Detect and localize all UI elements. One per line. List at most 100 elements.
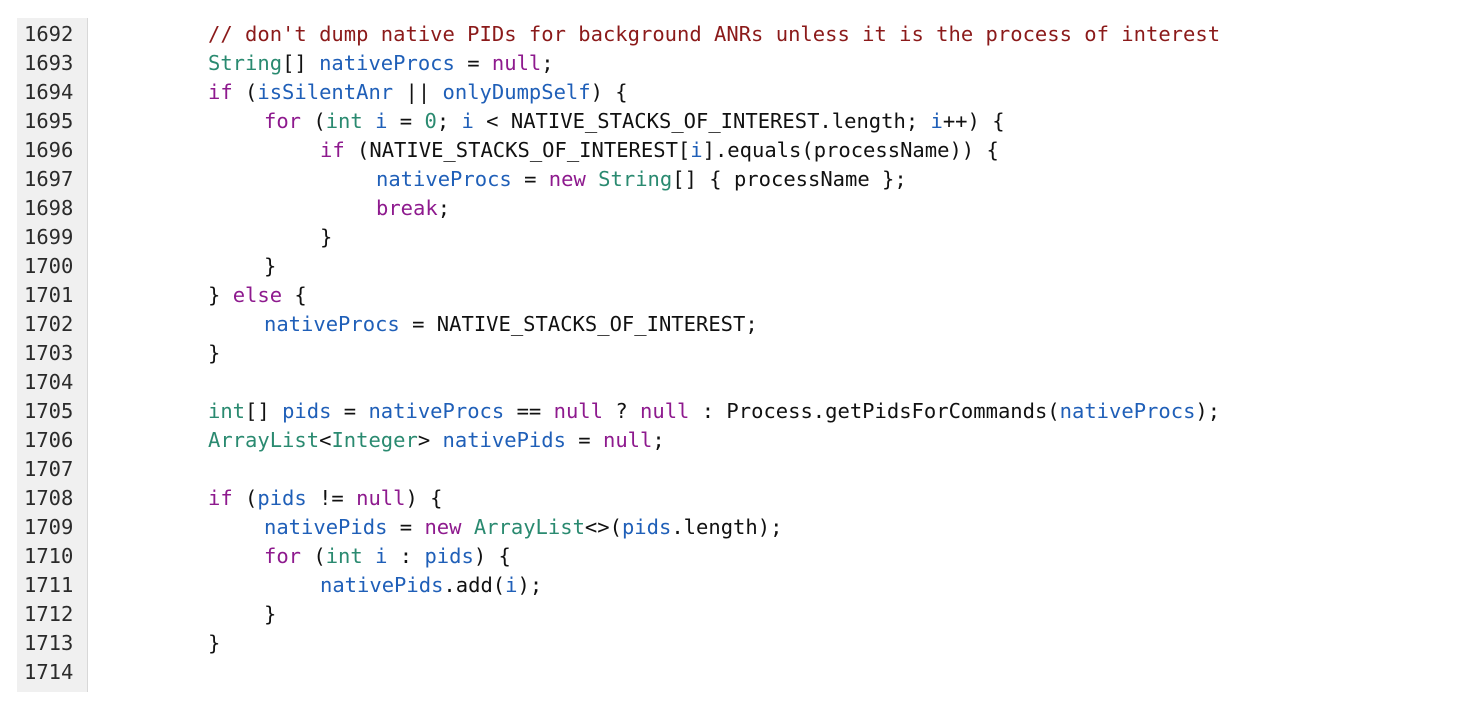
code-token-plain: } [264, 602, 277, 626]
code-line: 1698 break; [0, 194, 1463, 223]
code-token-var: i [375, 544, 388, 568]
line-number: 1703 [24, 341, 74, 365]
code-token-keyword: else [232, 283, 283, 307]
code-token-keyword: null [356, 486, 406, 510]
code-viewer: 1692 // don't dump native PIDs for backgr… [0, 0, 1463, 705]
line-number: 1699 [24, 225, 74, 249]
code-token-plain: <>( [584, 515, 622, 539]
code-line: 1706 ArrayList<Integer> nativePids = null… [0, 426, 1463, 455]
code-line: 1693 String[] nativeProcs = null; [0, 49, 1463, 78]
code-line: 1697 nativeProcs = new String[] { process… [0, 165, 1463, 194]
line-number: 1698 [24, 196, 74, 220]
code-token-plain: ].equals(processName)) { [702, 138, 999, 162]
code-token-var: nativePids [264, 515, 388, 539]
code-text: if (isSilentAnr || onlyDumpSelf) { [96, 78, 1463, 107]
code-token-type: String [208, 51, 283, 75]
code-token-var: nativeProcs [368, 399, 505, 423]
code-token-plain: ); [1195, 399, 1221, 423]
code-line: 1707 [0, 455, 1463, 484]
code-line: 1709 nativePids = new ArrayList<>(pids.le… [0, 513, 1463, 542]
code-token-keyword: null [602, 428, 653, 452]
line-number: 1693 [24, 51, 74, 75]
line-number: 1696 [24, 138, 74, 162]
code-line: 1692 // don't dump native PIDs for backgr… [0, 20, 1463, 49]
code-token-plain: = [565, 428, 603, 452]
code-token-plain: ; [652, 428, 665, 452]
code-text: nativeProcs = new String[] { processName… [96, 165, 1463, 194]
code-token-type: int [325, 109, 363, 133]
code-line: 1696 if (NATIVE_STACKS_OF_INTEREST[i].equ… [0, 136, 1463, 165]
code-token-plain: ) { [473, 544, 511, 568]
code-token-plain: } [208, 283, 233, 307]
code-line: 1701} else { [0, 281, 1463, 310]
code-text: break; [96, 194, 1463, 223]
code-text: if (pids != null) { [96, 484, 1463, 513]
code-token-plain: = [387, 515, 425, 539]
code-token-type: ArrayList [208, 428, 320, 452]
code-token-plain: [] [282, 51, 320, 75]
code-text: ArrayList<Integer> nativePids = null; [96, 426, 1463, 455]
line-number: 1706 [24, 428, 74, 452]
code-text: nativePids = new ArrayList<>(pids.length… [96, 513, 1463, 542]
code-text: for (int i = 0; i < NATIVE_STACKS_OF_INT… [96, 107, 1463, 136]
code-token-keyword: if [208, 80, 233, 104]
line-number: 1710 [24, 544, 74, 568]
line-number: 1695 [24, 109, 74, 133]
line-number: 1708 [24, 486, 74, 510]
code-token-var: i [930, 109, 943, 133]
code-line: 1694 if (isSilentAnr || onlyDumpSelf) { [0, 78, 1463, 107]
code-token-keyword: null [553, 399, 603, 423]
code-line: 1710 for (int i : pids) { [0, 542, 1463, 571]
code-line: 1699} [0, 223, 1463, 252]
code-line: 1714 [0, 658, 1463, 687]
code-text: } [96, 223, 1463, 252]
code-text: } [96, 252, 1463, 281]
code-token-var: nativeProcs [376, 167, 512, 191]
code-token-keyword: if [320, 138, 345, 162]
code-token-plain: = [387, 109, 425, 133]
code-text: int[] pids = nativeProcs == null ? null … [96, 397, 1463, 426]
code-text: } [96, 339, 1463, 368]
code-token-keyword: for [264, 109, 302, 133]
code-token-plain: (NATIVE_STACKS_OF_INTEREST[ [344, 138, 691, 162]
code-token-plain: == [504, 399, 554, 423]
code-token-comment: // don't dump native PIDs for background… [208, 22, 1221, 46]
code-token-keyword: if [208, 486, 233, 510]
line-number: 1704 [24, 370, 74, 394]
code-token-plain: : Process.getPidsForCommands( [689, 399, 1060, 423]
code-text: for (int i : pids) { [96, 542, 1463, 571]
code-token-plain: ( [301, 109, 326, 133]
code-token-plain: .add( [443, 573, 506, 597]
code-token-var: nativeProcs [1059, 399, 1196, 423]
line-number: 1711 [24, 573, 74, 597]
code-token-plain: < [319, 428, 332, 452]
code-token-plain: } [208, 631, 221, 655]
code-token-plain: < NATIVE_STACKS_OF_INTEREST.length; [473, 109, 931, 133]
code-lines: 1692 // don't dump native PIDs for backgr… [0, 20, 1463, 687]
code-token-var: i [375, 109, 388, 133]
code-token-keyword: new [548, 167, 586, 191]
code-token-plain: ++) { [942, 109, 1005, 133]
code-token-plain: [] [245, 399, 283, 423]
code-token-var: nativeProcs [264, 312, 400, 336]
code-line: 1695 for (int i = 0; i < NATIVE_STACKS_OF… [0, 107, 1463, 136]
code-text: nativeProcs = NATIVE_STACKS_OF_INTEREST; [96, 310, 1463, 339]
code-token-var: pids [282, 399, 332, 423]
code-line: 1703} [0, 339, 1463, 368]
code-token-plain: > [417, 428, 443, 452]
line-number: 1702 [24, 312, 74, 336]
code-line: 1702 nativeProcs = NATIVE_STACKS_OF_INTER… [0, 310, 1463, 339]
code-token-var: onlyDumpSelf [442, 80, 591, 104]
code-token-plain: ; [436, 109, 462, 133]
code-token-var: pids [424, 544, 474, 568]
code-token-var: pids [621, 515, 672, 539]
code-text: // don't dump native PIDs for background… [96, 20, 1463, 49]
code-token-plain: || [393, 80, 443, 104]
code-token-plain: = NATIVE_STACKS_OF_INTEREST; [399, 312, 758, 336]
code-line: 1711 nativePids.add(i); [0, 571, 1463, 600]
code-line: 1705 int[] pids = nativeProcs == null ? n… [0, 397, 1463, 426]
